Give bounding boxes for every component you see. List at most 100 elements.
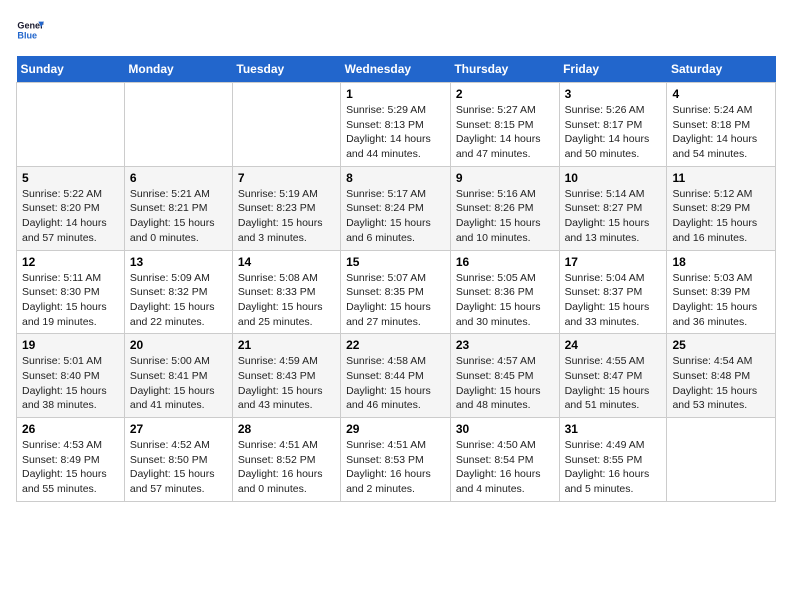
calendar-cell: 3Sunrise: 5:26 AM Sunset: 8:17 PM Daylig… (559, 83, 667, 167)
calendar-cell: 18 Sunrise: 5:03 AM Sunset: 8:39 PM Dayli… (667, 250, 776, 334)
calendar-cell: 14 Sunrise: 5:08 AM Sunset: 8:33 PM Dayli… (232, 250, 340, 334)
day-of-week-header: Saturday (667, 56, 776, 83)
day-info: Sunrise: 4:53 AM Sunset: 8:49 PM Dayligh… (22, 438, 119, 497)
day-number: 12 (22, 255, 119, 269)
calendar-cell: 24 Sunrise: 4:55 AM Sunset: 8:47 PM Dayli… (559, 334, 667, 418)
day-number: 16 (456, 255, 554, 269)
calendar-cell: 28 Sunrise: 4:51 AM Sunset: 8:52 PM Dayli… (232, 418, 340, 502)
calendar-week-row: 26 Sunrise: 4:53 AM Sunset: 8:49 PM Dayli… (17, 418, 776, 502)
day-number: 23 (456, 338, 554, 352)
calendar-cell: 7 Sunrise: 5:19 AM Sunset: 8:23 PM Daylig… (232, 166, 340, 250)
calendar-cell: 20 Sunrise: 5:00 AM Sunset: 8:41 PM Dayli… (124, 334, 232, 418)
calendar-cell: 29 Sunrise: 4:51 AM Sunset: 8:53 PM Dayli… (341, 418, 451, 502)
day-number: 14 (238, 255, 335, 269)
calendar-cell: 19Sunrise: 5:01 AM Sunset: 8:40 PM Dayli… (17, 334, 125, 418)
day-info: Sunrise: 5:14 AM Sunset: 8:27 PM Dayligh… (565, 187, 662, 246)
day-info: Sunrise: 5:17 AM Sunset: 8:24 PM Dayligh… (346, 187, 445, 246)
day-info: Sunrise: 5:09 AM Sunset: 8:32 PM Dayligh… (130, 271, 227, 330)
calendar-cell: 8Sunrise: 5:17 AM Sunset: 8:24 PM Daylig… (341, 166, 451, 250)
day-number: 31 (565, 422, 662, 436)
calendar-cell: 21Sunrise: 4:59 AM Sunset: 8:43 PM Dayli… (232, 334, 340, 418)
day-number: 6 (130, 171, 227, 185)
calendar-cell (667, 418, 776, 502)
day-info: Sunrise: 5:00 AM Sunset: 8:41 PM Dayligh… (130, 354, 227, 413)
day-number: 29 (346, 422, 445, 436)
day-info: Sunrise: 5:22 AM Sunset: 8:20 PM Dayligh… (22, 187, 119, 246)
calendar-header-row: SundayMondayTuesdayWednesdayThursdayFrid… (17, 56, 776, 83)
day-number: 17 (565, 255, 662, 269)
calendar-cell: 11Sunrise: 5:12 AM Sunset: 8:29 PM Dayli… (667, 166, 776, 250)
day-info: Sunrise: 5:05 AM Sunset: 8:36 PM Dayligh… (456, 271, 554, 330)
day-of-week-header: Friday (559, 56, 667, 83)
day-number: 2 (456, 87, 554, 101)
day-info: Sunrise: 5:29 AM Sunset: 8:13 PM Dayligh… (346, 103, 445, 162)
day-info: Sunrise: 4:51 AM Sunset: 8:52 PM Dayligh… (238, 438, 335, 497)
calendar-cell: 22 Sunrise: 4:58 AM Sunset: 8:44 PM Dayli… (341, 334, 451, 418)
day-number: 20 (130, 338, 227, 352)
day-info: Sunrise: 5:19 AM Sunset: 8:23 PM Dayligh… (238, 187, 335, 246)
calendar-cell (232, 83, 340, 167)
calendar-cell: 6 Sunrise: 5:21 AM Sunset: 8:21 PM Daylig… (124, 166, 232, 250)
calendar-table: SundayMondayTuesdayWednesdayThursdayFrid… (16, 56, 776, 502)
day-info: Sunrise: 5:07 AM Sunset: 8:35 PM Dayligh… (346, 271, 445, 330)
day-number: 19 (22, 338, 119, 352)
calendar-cell: 2 Sunrise: 5:27 AM Sunset: 8:15 PM Daylig… (450, 83, 559, 167)
day-info: Sunrise: 5:03 AM Sunset: 8:39 PM Dayligh… (672, 271, 770, 330)
day-number: 4 (672, 87, 770, 101)
day-number: 26 (22, 422, 119, 436)
logo-icon: General Blue (16, 16, 44, 44)
day-info: Sunrise: 5:11 AM Sunset: 8:30 PM Dayligh… (22, 271, 119, 330)
day-number: 15 (346, 255, 445, 269)
day-number: 24 (565, 338, 662, 352)
calendar-week-row: 19Sunrise: 5:01 AM Sunset: 8:40 PM Dayli… (17, 334, 776, 418)
day-info: Sunrise: 4:54 AM Sunset: 8:48 PM Dayligh… (672, 354, 770, 413)
calendar-cell: 17Sunrise: 5:04 AM Sunset: 8:37 PM Dayli… (559, 250, 667, 334)
day-info: Sunrise: 4:52 AM Sunset: 8:50 PM Dayligh… (130, 438, 227, 497)
day-info: Sunrise: 5:08 AM Sunset: 8:33 PM Dayligh… (238, 271, 335, 330)
day-number: 22 (346, 338, 445, 352)
day-number: 3 (565, 87, 662, 101)
day-info: Sunrise: 5:24 AM Sunset: 8:18 PM Dayligh… (672, 103, 770, 162)
day-info: Sunrise: 5:27 AM Sunset: 8:15 PM Dayligh… (456, 103, 554, 162)
calendar-cell: 23Sunrise: 4:57 AM Sunset: 8:45 PM Dayli… (450, 334, 559, 418)
day-number: 21 (238, 338, 335, 352)
day-info: Sunrise: 4:50 AM Sunset: 8:54 PM Dayligh… (456, 438, 554, 497)
day-number: 1 (346, 87, 445, 101)
calendar-cell (17, 83, 125, 167)
calendar-cell: 25 Sunrise: 4:54 AM Sunset: 8:48 PM Dayli… (667, 334, 776, 418)
calendar-cell: 10 Sunrise: 5:14 AM Sunset: 8:27 PM Dayli… (559, 166, 667, 250)
calendar-week-row: 12 Sunrise: 5:11 AM Sunset: 8:30 PM Dayli… (17, 250, 776, 334)
calendar-week-row: 1 Sunrise: 5:29 AM Sunset: 8:13 PM Daylig… (17, 83, 776, 167)
calendar-cell: 26 Sunrise: 4:53 AM Sunset: 8:49 PM Dayli… (17, 418, 125, 502)
day-info: Sunrise: 4:58 AM Sunset: 8:44 PM Dayligh… (346, 354, 445, 413)
day-number: 5 (22, 171, 119, 185)
day-info: Sunrise: 4:55 AM Sunset: 8:47 PM Dayligh… (565, 354, 662, 413)
calendar-cell: 13 Sunrise: 5:09 AM Sunset: 8:32 PM Dayli… (124, 250, 232, 334)
day-of-week-header: Monday (124, 56, 232, 83)
calendar-week-row: 5 Sunrise: 5:22 AM Sunset: 8:20 PM Daylig… (17, 166, 776, 250)
calendar-cell: 31Sunrise: 4:49 AM Sunset: 8:55 PM Dayli… (559, 418, 667, 502)
day-info: Sunrise: 4:51 AM Sunset: 8:53 PM Dayligh… (346, 438, 445, 497)
day-number: 10 (565, 171, 662, 185)
day-number: 18 (672, 255, 770, 269)
day-number: 30 (456, 422, 554, 436)
day-number: 11 (672, 171, 770, 185)
day-of-week-header: Tuesday (232, 56, 340, 83)
logo: General Blue (16, 16, 46, 44)
day-of-week-header: Thursday (450, 56, 559, 83)
day-of-week-header: Wednesday (341, 56, 451, 83)
day-number: 27 (130, 422, 227, 436)
calendar-cell (124, 83, 232, 167)
page-header: General Blue (16, 16, 776, 44)
calendar-cell: 9Sunrise: 5:16 AM Sunset: 8:26 PM Daylig… (450, 166, 559, 250)
day-number: 28 (238, 422, 335, 436)
calendar-cell: 27 Sunrise: 4:52 AM Sunset: 8:50 PM Dayli… (124, 418, 232, 502)
day-number: 13 (130, 255, 227, 269)
day-number: 25 (672, 338, 770, 352)
calendar-cell: 1 Sunrise: 5:29 AM Sunset: 8:13 PM Daylig… (341, 83, 451, 167)
calendar-cell: 12 Sunrise: 5:11 AM Sunset: 8:30 PM Dayli… (17, 250, 125, 334)
day-info: Sunrise: 5:21 AM Sunset: 8:21 PM Dayligh… (130, 187, 227, 246)
day-number: 7 (238, 171, 335, 185)
calendar-cell: 4 Sunrise: 5:24 AM Sunset: 8:18 PM Daylig… (667, 83, 776, 167)
calendar-cell: 16 Sunrise: 5:05 AM Sunset: 8:36 PM Dayli… (450, 250, 559, 334)
